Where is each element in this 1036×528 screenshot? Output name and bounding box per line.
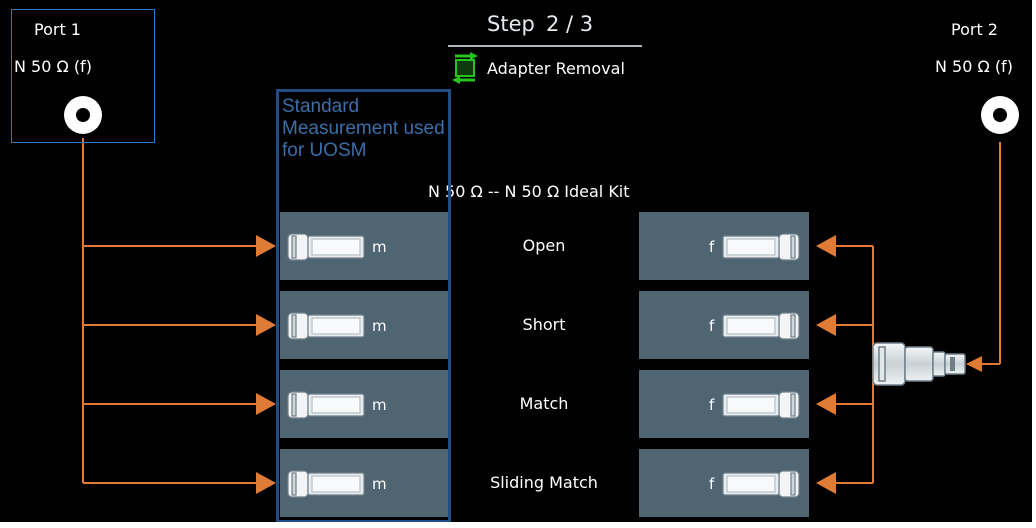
right-gender-label: f	[709, 317, 715, 335]
coax-connector-icon	[722, 391, 800, 419]
right-gender-label: f	[709, 396, 715, 414]
standard-name: Short	[522, 315, 566, 334]
right-gender-label: f	[709, 475, 715, 493]
port1-arrows	[256, 235, 276, 494]
arrow-right-icon	[256, 235, 276, 257]
port2-cable	[832, 142, 1001, 484]
arrow-left-icon	[816, 314, 836, 336]
coax-connector-icon	[722, 470, 800, 498]
standard-name: Match	[519, 394, 569, 413]
arrow-left-icon	[816, 472, 836, 494]
arrow-left-icon	[816, 393, 836, 415]
standard-name: Sliding Match	[490, 473, 598, 492]
arrow-right-icon	[256, 393, 276, 415]
cal-kit-label: N 50 Ω -- N 50 Ω Ideal Kit	[428, 182, 630, 201]
coax-connector-icon	[722, 312, 800, 340]
adapter-connector-icon	[872, 342, 966, 386]
coax-port-icon	[64, 96, 102, 134]
port2-name: Port 2	[951, 20, 998, 39]
port2-connector: N 50 Ω (f)	[935, 57, 1013, 76]
adapter-removal-icon	[452, 52, 478, 84]
step-counter: 2 / 3	[546, 12, 594, 36]
adapter-removal-label: Adapter Removal	[487, 59, 625, 78]
standard-right-connector-2[interactable]: f	[639, 291, 809, 359]
right-gender-label: f	[709, 238, 715, 256]
arrow-right-icon	[256, 472, 276, 494]
calibration-wizard-screen: Step 2 / 3 Adapter Removal Port 1 N 50 Ω…	[0, 0, 1032, 522]
standard-right-connector-3[interactable]: f	[639, 370, 809, 438]
standard-right-connector-4[interactable]: f	[639, 449, 809, 517]
port1-name: Port 1	[34, 20, 81, 39]
coax-connector-icon	[722, 233, 800, 261]
port1-cable	[82, 138, 262, 484]
coax-port-icon	[981, 96, 1019, 134]
uosm-standard-note: Standard Measurement used for UOSM	[282, 96, 445, 161]
standard-name: Open	[522, 236, 566, 255]
standard-right-connector-1[interactable]: f	[639, 212, 809, 280]
arrow-right-icon	[256, 314, 276, 336]
step-label: Step	[487, 12, 535, 36]
arrow-left-icon	[816, 235, 836, 257]
arrow-left-icon	[966, 356, 982, 372]
port1-connector: N 50 Ω (f)	[14, 57, 92, 76]
